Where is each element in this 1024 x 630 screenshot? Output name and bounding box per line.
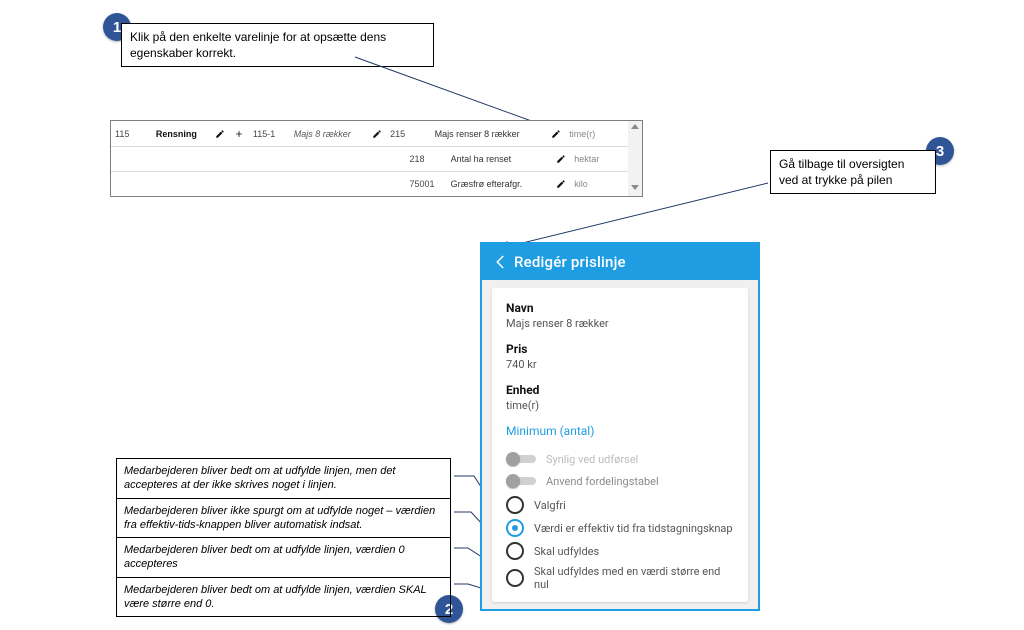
radio-icon[interactable] [506,496,524,514]
group-id: 115 [111,129,152,139]
pencil-icon[interactable] [546,128,565,140]
scroll-down-icon[interactable] [631,185,639,190]
item-name: Antal ha renset [447,154,553,164]
explain-row-2: Medarbejderen bliver ikke spurgt om at u… [117,498,451,538]
toggle-synlig[interactable]: Synlig ved udførsel [506,452,734,466]
radio-icon[interactable] [506,542,524,560]
item-unit: hektar [570,154,628,164]
pencil-icon[interactable] [552,178,570,190]
item-name: Majs renser 8 rækker [431,129,547,139]
back-arrow-icon[interactable] [488,253,514,271]
item-id: 75001 [406,179,447,189]
group-name: Rensning [152,129,211,139]
toggle-switch-icon[interactable] [506,474,536,488]
radio-icon[interactable] [506,519,524,537]
item-id: 218 [406,154,447,164]
navn-label: Navn [506,301,734,315]
pris-label: Pris [506,342,734,356]
pencil-icon[interactable] [552,153,570,165]
radio-label: Valgfri [534,499,566,512]
explain-row-3: Medarbejderen bliver bedt om at udfylde … [117,538,451,578]
sub-name: Majs 8 rækker [290,129,367,139]
pencil-icon[interactable] [367,128,386,140]
radio-effektiv-tid[interactable]: Værdi er effektiv tid fra tidstagningskn… [506,519,734,537]
enhed-label: Enhed [506,383,734,397]
pris-value: 740 kr [506,358,734,371]
callout-step1: Klik på den enkelte varelinje for at ops… [121,23,434,67]
table-row[interactable]: 218 Antal ha renset hektar [111,146,628,172]
toggle-switch-icon[interactable] [506,452,536,466]
priceline-table-crop: 115 Rensning 115-1 Majs 8 rækker 215 Maj… [110,120,643,197]
appbar: Redigér prislinje [482,244,758,280]
radio-icon[interactable] [506,569,524,587]
edit-priceline-crop: Redigér prislinje Navn Majs renser 8 ræk… [480,242,760,611]
item-name: Græsfrø efterafgr. [447,179,553,189]
radio-label: Skal udfyldes [534,545,599,558]
toggle-label: Synlig ved udførsel [546,453,638,466]
minimum-link[interactable]: Minimum (antal) [506,424,734,438]
toggle-fordeling[interactable]: Anvend fordelingstabel [506,474,734,488]
pencil-icon[interactable] [211,128,230,140]
sub-id: 115-1 [249,129,290,139]
enhed-value: time(r) [506,399,734,412]
priceline-card: Navn Majs renser 8 rækker Pris 740 kr En… [492,288,748,602]
radio-valgfri[interactable]: Valgfri [506,496,734,514]
navn-value: Majs renser 8 rækker [506,317,734,330]
callout-step3: Gå tilbage til oversigten ved at trykke … [770,150,936,194]
radio-storre-end-nul[interactable]: Skal udfyldes med en værdi større end nu… [506,565,734,591]
plus-icon[interactable] [230,128,249,140]
item-unit: kilo [570,179,628,189]
explain-row-4: Medarbejderen bliver bedt om at udfylde … [117,577,451,617]
radio-label: Værdi er effektiv tid fra tidstagningskn… [534,522,733,535]
item-unit: time(r) [565,129,628,139]
item-id: 215 [386,129,431,139]
table-row[interactable]: 75001 Græsfrø efterafgr. kilo [111,171,628,196]
appbar-title: Redigér prislinje [514,253,626,271]
explanation-table: Medarbejderen bliver bedt om at udfylde … [116,458,451,617]
radio-skal-udfyldes[interactable]: Skal udfyldes [506,542,734,560]
table-row[interactable]: 115 Rensning 115-1 Majs 8 rækker 215 Maj… [111,121,628,147]
scrollbar[interactable] [628,121,642,196]
explain-row-1: Medarbejderen bliver bedt om at udfylde … [117,459,451,499]
toggle-label: Anvend fordelingstabel [546,475,659,488]
scroll-up-icon[interactable] [631,124,639,129]
radio-label: Skal udfyldes med en værdi større end nu… [534,565,734,591]
